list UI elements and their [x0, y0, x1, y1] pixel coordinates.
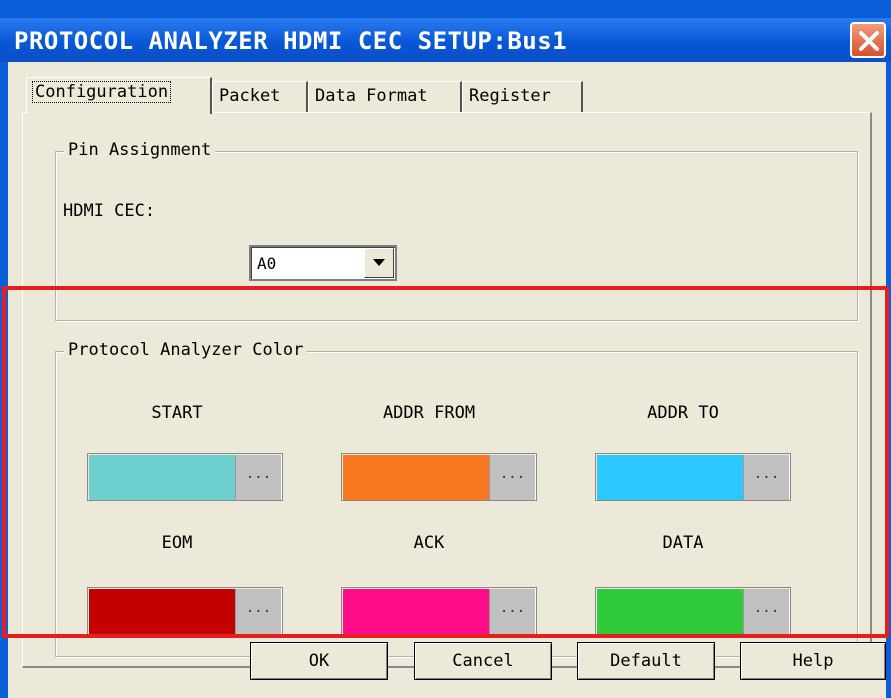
pin-assignment-group: Pin Assignment [55, 140, 858, 321]
data-color-picker[interactable]: ... [595, 587, 791, 635]
tab-packet[interactable]: Packet [212, 81, 308, 112]
addr-from-color-more-button[interactable]: ... [489, 455, 535, 500]
eom-label: EOM [161, 533, 193, 553]
ack-color-swatch[interactable] [343, 589, 489, 634]
start-color-more-button[interactable]: ... [235, 455, 281, 500]
addr-to-label: ADDR TO [647, 403, 719, 423]
hdmi-cec-select[interactable]: A0 [249, 245, 397, 281]
window-title: PROTOCOL ANALYZER HDMI CEC SETUP:Bus1 [14, 27, 568, 55]
close-button[interactable] [850, 22, 886, 58]
addr-to-color-swatch[interactable] [597, 455, 743, 500]
start-color-picker[interactable]: ... [87, 453, 283, 501]
addr-to-color-picker[interactable]: ... [595, 453, 791, 501]
eom-color-more-button[interactable]: ... [235, 589, 281, 634]
tab-configuration-label: Configuration [31, 81, 172, 103]
ok-button[interactable]: OK [250, 642, 388, 680]
ack-label: ACK [413, 533, 445, 553]
addr-from-color-picker[interactable]: ... [341, 453, 537, 501]
pin-assignment-legend: Pin Assignment [64, 140, 216, 160]
data-color-swatch[interactable] [597, 589, 743, 634]
ack-color-picker[interactable]: ... [341, 587, 537, 635]
default-button[interactable]: Default [577, 642, 715, 680]
ack-color-more-button[interactable]: ... [489, 589, 535, 634]
title-bar[interactable]: PROTOCOL ANALYZER HDMI CEC SETUP:Bus1 [0, 18, 891, 62]
start-color-swatch[interactable] [89, 455, 235, 500]
protocol-analyzer-color-legend: Protocol Analyzer Color [64, 340, 308, 360]
chevron-down-icon [373, 259, 385, 266]
eom-color-picker[interactable]: ... [87, 587, 283, 635]
help-button[interactable]: Help [740, 642, 886, 680]
configuration-panel: Pin Assignment HDMI CEC: A0 Protocol Ana… [22, 112, 872, 668]
dialog-client-area: Configuration Packet Data Format Registe… [8, 62, 886, 698]
dropdown-button[interactable] [364, 248, 394, 278]
data-label: DATA [662, 533, 704, 553]
hdmi-cec-selected-value: A0 [257, 254, 277, 273]
tab-packet-label: Packet [219, 86, 281, 106]
tab-register-label: Register [469, 86, 551, 106]
tab-register[interactable]: Register [462, 81, 583, 112]
tab-configuration[interactable]: Configuration [26, 77, 212, 114]
eom-color-swatch[interactable] [89, 589, 235, 634]
addr-from-label: ADDR FROM [382, 403, 476, 423]
close-icon [859, 31, 879, 51]
tab-data-format-label: Data Format [315, 86, 428, 106]
data-color-more-button[interactable]: ... [743, 589, 789, 634]
start-label: START [151, 403, 203, 423]
tab-data-format[interactable]: Data Format [308, 81, 462, 112]
cancel-button[interactable]: Cancel [414, 642, 552, 680]
dialog-window: PROTOCOL ANALYZER HDMI CEC SETUP:Bus1 Co… [0, 0, 891, 698]
addr-to-color-more-button[interactable]: ... [743, 455, 789, 500]
hdmi-cec-label: HDMI CEC: [63, 201, 156, 221]
addr-from-color-swatch[interactable] [343, 455, 489, 500]
